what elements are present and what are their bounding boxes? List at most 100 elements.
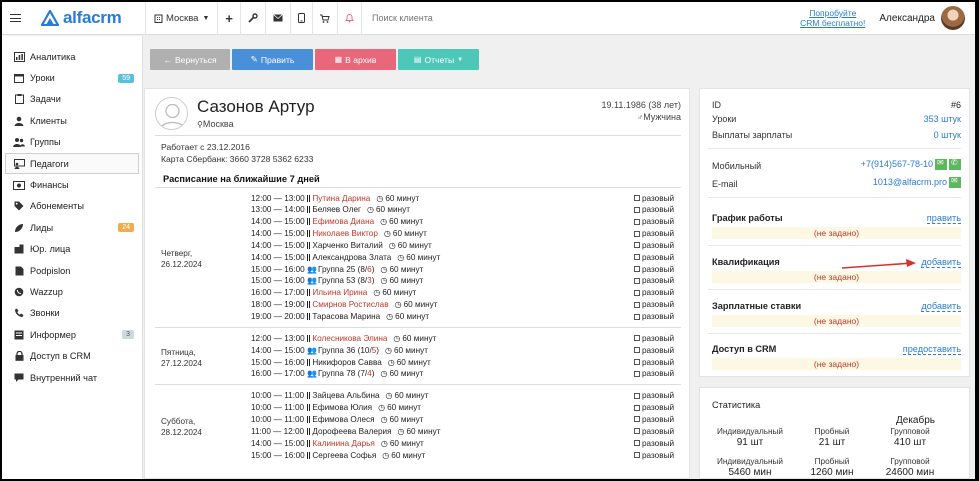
student-name: Ефимова Диана [312,217,375,227]
checkbox[interactable] [634,392,640,399]
mobile-value[interactable]: +7(914)567-78-10 [861,159,933,169]
sidebar-item-13[interactable]: Информер 3 [2,324,142,345]
stat-value: 1260 мин [810,467,854,478]
schedule-row[interactable]: 13:00 — 14:00 Беляев Олег ◷ 60 минут разовый [145,205,691,217]
schedule-row[interactable]: 12:00 — 13:00 Путина Дарина ◷ 60 минут разов… [145,194,691,206]
checkbox[interactable] [634,277,640,284]
section-action-link[interactable]: добавить [921,257,961,268]
checkbox[interactable] [634,289,640,296]
sidebar-item-2[interactable]: Задачи [2,89,142,110]
schedule-row[interactable]: 15:00 — 16:00 👥 Группа 25 (8/6) ◷ 60 минут ра… [145,265,691,277]
schedule-row[interactable]: 14:00 — 15:00 Харченко Виталий ◷ 60 минут ра… [145,241,691,253]
user-name[interactable]: Александра [879,13,935,24]
sidebar-item-10[interactable]: Podpislon [2,260,142,281]
section-title: График работы [712,213,783,223]
city-selector[interactable]: Москва ▼ [146,2,217,35]
sidebar-item-9[interactable]: Юр. лица [2,239,142,260]
add-button[interactable]: + [218,2,240,35]
menu-icon[interactable] [10,14,21,22]
trash-icon: ▦ [334,55,343,64]
checkbox[interactable] [634,266,640,273]
sidebar-item-11[interactable]: Wazzup [2,281,142,302]
lesson-time: 14:00 — 15:00 [251,252,305,262]
schedule-row[interactable]: 14:00 — 15:00 Александрова Злата ◷ 60 минут… [145,253,691,265]
sidebar-item-5[interactable]: Педагоги [5,152,139,175]
promo-link[interactable]: Попробуйте CRM бесплатно! [800,8,865,28]
schedule-row[interactable]: 18:00 — 19:00 Смирнов Ростислав ◷ 60 минут р… [145,300,691,312]
sms-button[interactable]: ✉ [935,158,947,171]
payouts-count-link[interactable]: 0 штук [934,130,961,140]
reports-label: Отчеты [424,54,455,65]
schedule-row[interactable]: 14:00 — 15:00 Ефимова Диана ◷ 60 минут разов… [145,217,691,229]
checkbox[interactable] [634,313,640,320]
checkbox[interactable] [634,301,640,308]
archive-button[interactable]: ▦ В архив [315,49,396,70]
sidebar-item-1[interactable]: Уроки 59 [2,67,142,88]
reports-button[interactable]: ▤ Отчеты ▼ [398,49,479,70]
sidebar-item-7[interactable]: Абонементы [2,196,142,217]
sidebar-item-3[interactable]: Клиенты [2,110,142,131]
mail-button[interactable] [266,2,290,35]
section-action-link[interactable]: предоставить [902,344,961,355]
schedule-row[interactable]: 15:00 — 16:00 Сергеева Софья ◷ 60 минут разо… [145,451,691,463]
checkbox[interactable] [634,230,640,237]
schedule-row[interactable]: 14:00 — 15:00 Калинина Дарья ◷ 60 минут разо… [145,439,691,451]
checkbox[interactable] [634,452,640,458]
checkbox[interactable] [634,370,640,377]
checkbox[interactable] [634,195,640,201]
lesson-time: 15:00 — 16:00 [251,264,305,274]
checkbox[interactable] [634,242,640,249]
checkbox[interactable] [634,206,640,213]
schedule-row[interactable]: 10:00 — 11:00 Ефимова Олеся ◷ 60 минут разов… [145,415,691,427]
avatar[interactable] [941,6,965,30]
checkbox[interactable] [634,416,640,423]
cart-button[interactable] [313,2,337,35]
checkbox[interactable] [634,254,640,261]
schedule-row[interactable]: 11:00 — 12:00 Дорофеева Валерия ◷ 60 минут р… [145,427,691,439]
stat-label: Пробный [814,457,850,466]
sidebar-item-8[interactable]: Лиды 24 [2,217,142,238]
call-button[interactable]: ✆ [949,158,961,171]
schedule-row[interactable]: 14:00 — 15:00 Николаев Виктор ◷ 60 минут раз… [145,229,691,241]
lessons-count-link[interactable]: 353 штук [924,114,961,124]
send-email-button[interactable]: ✉ [949,176,961,189]
schedule-row[interactable]: 12:00 — 13:00 Колесникова Элина ◷ 60 минут р… [145,334,691,346]
clock-icon: ◷ [373,288,381,298]
schedule-row[interactable]: 16:00 — 17:00 Ильина Ирина ◷ 60 минут разовы… [145,288,691,300]
schedule-row[interactable]: 10:00 — 11:00 Зайцева Альбина ◷ 60 минут раз… [145,391,691,403]
schedule-row[interactable]: 14:00 — 15:00 👥 Группа 36 (10/5) ◷ 60 минут р… [145,346,691,358]
schedule-row[interactable]: 15:00 — 16:00 Никифоров Савва ◷ 60 минут раз… [145,358,691,370]
sidebar-item-4[interactable]: Группы [2,132,142,153]
checkbox[interactable] [634,428,640,435]
logo[interactable]: alfacrm [41,8,145,28]
sidebar-item-14[interactable]: Доступ в CRM [2,345,142,366]
search-input[interactable] [361,2,492,35]
schedule-row[interactable]: 15:00 — 16:00 👥 Группа 53 (8/3) ◷ 60 минут ра… [145,276,691,288]
checkbox[interactable] [634,440,640,447]
sidebar-item-0[interactable]: Аналитика [2,46,142,67]
notifications-button[interactable] [338,2,361,35]
sidebar-item-6[interactable]: Финансы [2,174,142,195]
sidebar-item-15[interactable]: Внутренний чат [2,367,142,388]
back-button[interactable]: ← Вернуться [150,49,230,70]
section-action-link[interactable]: добавить [921,301,961,312]
checkbox[interactable] [634,404,640,411]
action-toolbar: ← Вернуться ✎ Править ▦ В архив ▤ Отчеты ▼ [150,49,479,70]
edit-button[interactable]: ✎ Править [232,49,313,70]
tools-button[interactable] [241,2,265,35]
email-value[interactable]: 1013@alfacrm.pro [873,177,947,187]
section-action-link[interactable]: править [926,213,961,224]
checkbox[interactable] [634,359,640,366]
sidebar-item-12[interactable]: Звонки [2,303,142,324]
schedule-row[interactable]: 19:00 — 20:00 Тарасова Марина ◷ 60 минут раз… [145,312,691,324]
lesson-time: 19:00 — 20:00 [251,312,305,321]
schedule-title: Расписание на ближайшие 7 дней [163,174,320,184]
lesson-duration: 60 минут [392,229,427,239]
checkbox[interactable] [634,218,640,225]
checkbox[interactable] [634,347,640,354]
mobile-button[interactable] [291,2,312,35]
schedule-row[interactable]: 10:00 — 11:00 Ефимова Юлия ◷ 60 минут разовы… [145,403,691,415]
schedule-row[interactable]: 16:00 — 17:00 👥 Группа 78 (7/4) ◷ 60 минут ра… [145,369,691,381]
checkbox[interactable] [634,335,640,342]
clock-icon: ◷ [380,217,388,227]
